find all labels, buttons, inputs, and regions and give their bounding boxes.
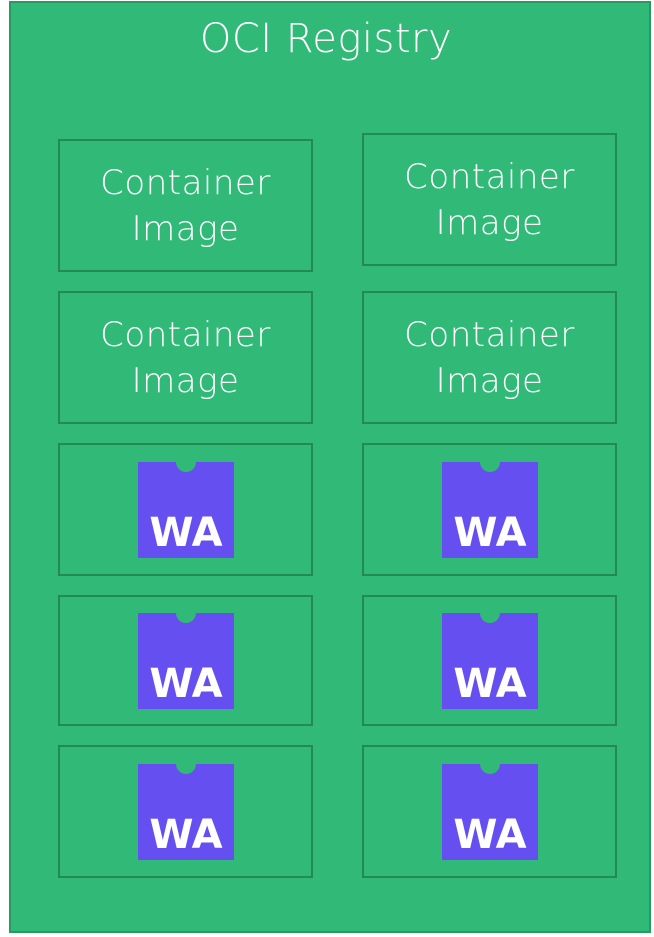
webassembly-logo-icon: WA [441, 461, 538, 558]
wasm-logo-text: WA [149, 510, 222, 556]
container-image-label: Container Image [100, 314, 271, 401]
container-image-box: Container Image [58, 139, 313, 272]
wasm-logo-text: WA [453, 510, 526, 556]
webassembly-logo-icon: WA [137, 612, 234, 709]
container-image-label: Container Image [404, 314, 575, 401]
webassembly-logo-icon: WA [137, 763, 234, 860]
container-image-box: Container Image [362, 291, 617, 424]
container-image-label: Container Image [100, 162, 271, 249]
wasm-logo-text: WA [149, 812, 222, 858]
wasm-module-box: WA [362, 745, 617, 878]
container-image-box: Container Image [58, 291, 313, 424]
wasm-logo-text: WA [149, 661, 222, 707]
registry-title: OCI Registry [199, 16, 453, 62]
wasm-logo-text: WA [453, 812, 526, 858]
wasm-module-box: WA [58, 443, 313, 576]
wasm-module-box: WA [58, 595, 313, 726]
wasm-module-box: WA [362, 595, 617, 726]
container-image-label: Container Image [404, 156, 575, 243]
wasm-module-box: WA [58, 745, 313, 878]
webassembly-logo-icon: WA [441, 763, 538, 860]
container-image-box: Container Image [362, 133, 617, 266]
wasm-logo-text: WA [453, 661, 526, 707]
webassembly-logo-icon: WA [137, 461, 234, 558]
wasm-module-box: WA [362, 443, 617, 576]
webassembly-logo-icon: WA [441, 612, 538, 709]
